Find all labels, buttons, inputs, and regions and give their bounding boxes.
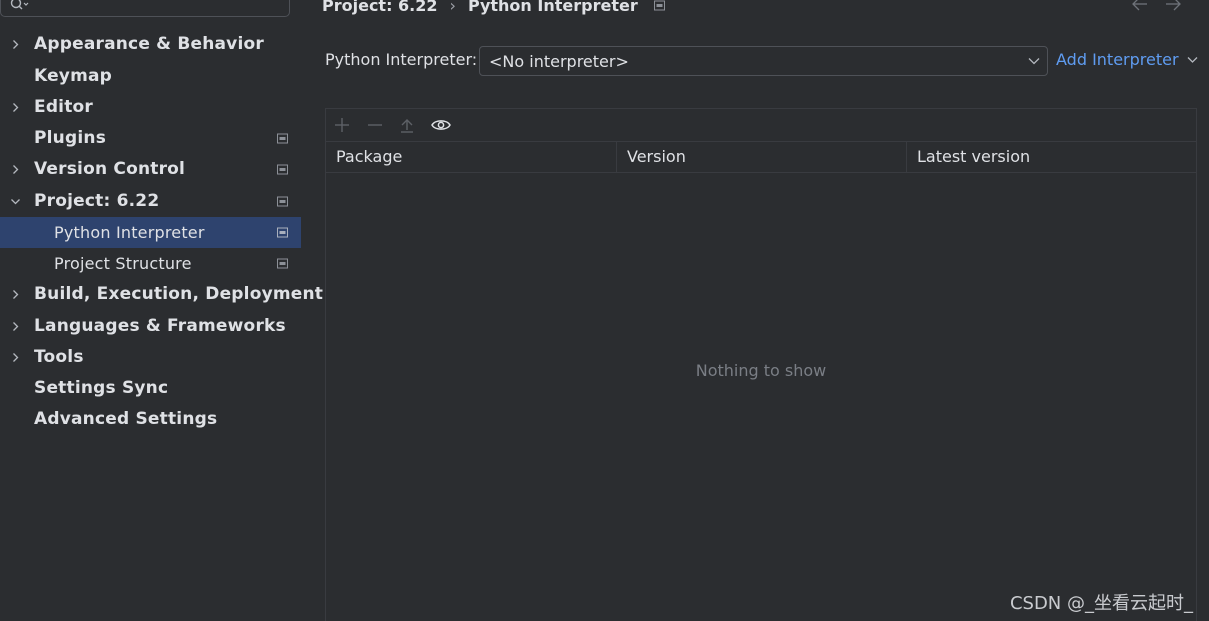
sidebar-item-version-control[interactable]: Version Control bbox=[0, 154, 301, 185]
interpreter-select[interactable]: <No interpreter> bbox=[479, 46, 1048, 76]
chevron-right-icon[interactable] bbox=[10, 164, 21, 175]
chevron-down-icon bbox=[1028, 58, 1040, 65]
sidebar-item-label: Editor bbox=[34, 97, 93, 117]
project-level-icon bbox=[277, 227, 288, 238]
breadcrumb-parent[interactable]: Project: 6.22 bbox=[322, 0, 438, 15]
sidebar-item-editor[interactable]: Editor bbox=[0, 92, 301, 123]
sidebar-item-label: Tools bbox=[34, 347, 84, 367]
sidebar-item-label: Build, Execution, Deployment bbox=[34, 284, 324, 304]
column-header-latest-version[interactable]: Latest version bbox=[906, 141, 1196, 172]
watermark-text: CSDN @_坐看云起时_ bbox=[1009, 593, 1193, 614]
sidebar-item-label: Project: 6.22 bbox=[34, 191, 160, 211]
sidebar-item-tools[interactable]: Tools bbox=[0, 342, 301, 373]
chevron-down-icon[interactable] bbox=[10, 196, 21, 207]
add-interpreter-label: Add Interpreter bbox=[1056, 50, 1179, 69]
sidebar-item-label: Appearance & Behavior bbox=[34, 34, 264, 54]
eye-icon[interactable] bbox=[430, 116, 452, 134]
interpreter-select-value: <No interpreter> bbox=[489, 52, 629, 71]
sidebar-item-plugins[interactable]: Plugins bbox=[0, 123, 301, 154]
sidebar-item-appearance-behavior[interactable]: Appearance & Behavior bbox=[0, 29, 301, 60]
sidebar-item-label: Keymap bbox=[34, 66, 113, 86]
chevron-down-icon bbox=[1187, 56, 1198, 63]
sidebar-item-label: Plugins bbox=[34, 128, 107, 148]
breadcrumb-current: Python Interpreter bbox=[467, 0, 638, 15]
sidebar-item-label: Project Structure bbox=[54, 254, 192, 273]
project-level-icon bbox=[277, 258, 288, 269]
project-level-icon bbox=[653, 0, 665, 10]
project-level-icon bbox=[277, 196, 288, 207]
column-header-package[interactable]: Package bbox=[326, 141, 616, 172]
sidebar-item-label: Advanced Settings bbox=[34, 409, 218, 429]
breadcrumb: Project: 6.22 › Python Interpreter bbox=[322, 0, 665, 16]
chevron-right-icon[interactable] bbox=[10, 102, 21, 113]
project-level-icon bbox=[277, 133, 288, 144]
sidebar-item-label: Python Interpreter bbox=[54, 223, 205, 242]
sidebar-item-project-structure[interactable]: Project Structure bbox=[0, 248, 301, 279]
chevron-right-icon[interactable] bbox=[10, 352, 21, 363]
empty-state-text: Nothing to show bbox=[695, 361, 827, 380]
packages-table-header: Package Version Latest version bbox=[326, 141, 1196, 173]
sidebar-item-settings-sync[interactable]: Settings Sync bbox=[0, 373, 301, 404]
chevron-right-icon[interactable] bbox=[10, 321, 21, 332]
sidebar-item-keymap[interactable]: Keymap bbox=[0, 61, 301, 92]
add-interpreter-link[interactable]: Add Interpreter bbox=[1056, 50, 1198, 69]
settings-content: Project: 6.22 › Python Interpreter Pytho… bbox=[301, 0, 1209, 621]
column-header-version[interactable]: Version bbox=[616, 141, 906, 172]
sidebar-item-python-interpreter[interactable]: Python Interpreter bbox=[0, 217, 301, 248]
sidebar-item-advanced-settings[interactable]: Advanced Settings bbox=[0, 404, 301, 435]
packages-toolbar bbox=[326, 109, 1196, 142]
packages-panel: Package Version Latest version Nothing t… bbox=[325, 108, 1197, 621]
add-icon[interactable] bbox=[333, 116, 351, 134]
settings-sidebar: Appearance & Behavior Keymap Editor Plug… bbox=[0, 0, 323, 621]
search-input[interactable] bbox=[0, 0, 290, 17]
search-icon bbox=[10, 0, 29, 10]
remove-icon[interactable] bbox=[366, 116, 384, 134]
interpreter-label: Python Interpreter: bbox=[325, 50, 478, 69]
breadcrumb-separator: › bbox=[449, 0, 456, 15]
back-arrow-icon[interactable] bbox=[1131, 0, 1149, 12]
sidebar-item-label: Languages & Frameworks bbox=[34, 316, 286, 336]
forward-arrow-icon[interactable] bbox=[1164, 0, 1182, 12]
chevron-right-icon[interactable] bbox=[10, 289, 21, 300]
sidebar-item-build-execution-deployment[interactable]: Build, Execution, Deployment bbox=[0, 279, 323, 310]
sidebar-item-label: Settings Sync bbox=[34, 378, 169, 398]
sidebar-item-label: Version Control bbox=[34, 159, 186, 179]
project-level-icon bbox=[277, 164, 288, 175]
upgrade-icon[interactable] bbox=[398, 116, 416, 134]
settings-window: Appearance & Behavior Keymap Editor Plug… bbox=[0, 0, 1209, 621]
chevron-right-icon[interactable] bbox=[10, 39, 21, 50]
sidebar-item-project[interactable]: Project: 6.22 bbox=[0, 186, 301, 217]
sidebar-item-languages-frameworks[interactable]: Languages & Frameworks bbox=[0, 311, 301, 342]
